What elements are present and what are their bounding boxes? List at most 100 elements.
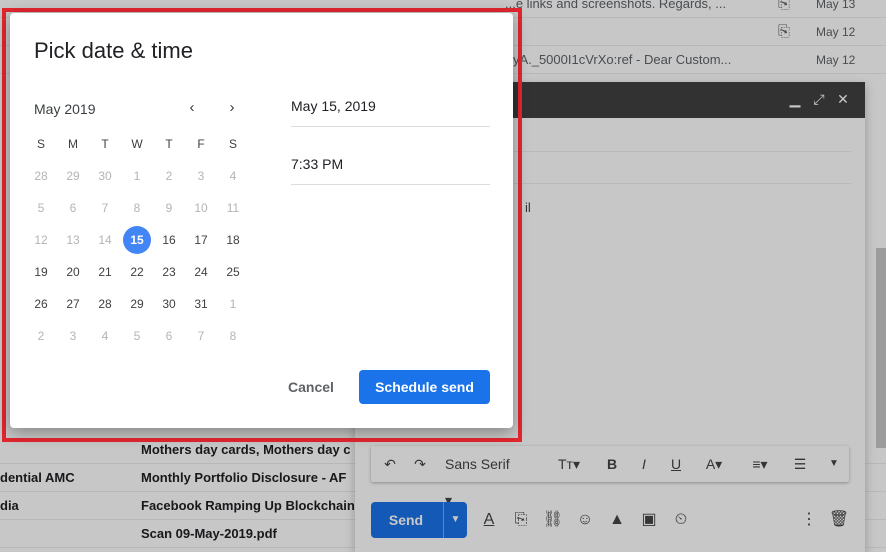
calendar-day: 7 — [185, 320, 217, 352]
calendar-day-number: 6 — [165, 329, 173, 343]
calendar-day-number: 27 — [66, 297, 80, 311]
weekday-label: T — [101, 137, 109, 151]
calendar-day-number: 25 — [226, 265, 240, 279]
calendar-day[interactable]: 27 — [57, 288, 89, 320]
calendar-day-number: 7 — [197, 329, 205, 343]
time-field[interactable]: 7:33 PM — [291, 151, 490, 185]
calendar-week: 12 13 14 15 16 17 18 — [25, 224, 249, 256]
calendar-day: 28 — [25, 160, 57, 192]
weekday-label: W — [131, 137, 143, 151]
calendar-day-number: 4 — [101, 329, 109, 343]
calendar-day-number: 15 — [123, 226, 151, 254]
calendar-day-number: 4 — [229, 169, 237, 183]
calendar-day[interactable]: 20 — [57, 256, 89, 288]
calendar-day-number: 5 — [37, 201, 45, 215]
calendar-day: 3 — [185, 160, 217, 192]
calendar-day-number: 7 — [101, 201, 109, 215]
calendar-day-number: 31 — [194, 297, 208, 311]
calendar-day-number: 22 — [130, 265, 144, 279]
cancel-button[interactable]: Cancel — [278, 370, 344, 404]
calendar-day: 1 — [217, 288, 249, 320]
calendar-day: 29 — [57, 160, 89, 192]
calendar-day[interactable]: 26 — [25, 288, 57, 320]
calendar-week: 2 3 4 5 6 7 8 — [25, 320, 249, 352]
calendar-day: 6 — [57, 192, 89, 224]
calendar-day[interactable]: 19 — [25, 256, 57, 288]
calendar-day: 8 — [217, 320, 249, 352]
calendar-day-number: 17 — [194, 233, 208, 247]
schedule-send-button[interactable]: Schedule send — [359, 370, 490, 404]
calendar-day-number: 11 — [226, 201, 240, 215]
calendar-day-number: 20 — [66, 265, 80, 279]
calendar-day-number: 18 — [226, 233, 240, 247]
calendar-day: 2 — [153, 160, 185, 192]
calendar-day-number: 13 — [66, 233, 80, 247]
calendar-day[interactable]: 25 — [217, 256, 249, 288]
calendar-day-number: 26 — [34, 297, 48, 311]
weekday-label: S — [228, 137, 237, 151]
calendar-day: 4 — [89, 320, 121, 352]
weekday-label: S — [36, 137, 45, 151]
calendar-day-number: 23 — [162, 265, 176, 279]
calendar-day: 13 — [57, 224, 89, 256]
calendar-day[interactable]: 16 — [153, 224, 185, 256]
calendar-day-number: 29 — [130, 297, 144, 311]
calendar-day[interactable]: 28 — [89, 288, 121, 320]
weekday-label: F — [197, 137, 205, 151]
calendar-day[interactable]: 24 — [185, 256, 217, 288]
calendar-day: 2 — [25, 320, 57, 352]
calendar-day-number: 28 — [98, 297, 112, 311]
calendar-week: 5 6 7 8 9 10 11 — [25, 192, 249, 224]
weekday-label: T — [165, 137, 173, 151]
calendar-day-number: 21 — [98, 265, 112, 279]
calendar-day-number: 8 — [133, 201, 141, 215]
month-label: May 2019 — [34, 101, 96, 117]
calendar-week: 28 29 30 1 2 3 4 — [25, 160, 249, 192]
calendar-day[interactable]: 31 — [185, 288, 217, 320]
calendar-day[interactable]: 22 — [121, 256, 153, 288]
calendar-day-number: 10 — [194, 201, 208, 215]
calendar-day: 30 — [89, 160, 121, 192]
calendar-day: 4 — [217, 160, 249, 192]
calendar-day-number: 29 — [66, 169, 80, 183]
calendar-day: 1 — [121, 160, 153, 192]
calendar-day[interactable]: 23 — [153, 256, 185, 288]
calendar-day: 11 — [217, 192, 249, 224]
calendar-day-number: 24 — [194, 265, 208, 279]
time-value: 7:33 PM — [291, 156, 344, 172]
calendar-day-number: 2 — [165, 169, 173, 183]
calendar-day-number: 3 — [197, 169, 205, 183]
calendar-day-number: 6 — [69, 201, 77, 215]
calendar-day-number: 30 — [98, 169, 112, 183]
calendar-day[interactable]: 21 — [89, 256, 121, 288]
calendar-day-selected[interactable]: 15 — [121, 224, 153, 256]
calendar-day: 10 — [185, 192, 217, 224]
calendar-day[interactable]: 18 — [217, 224, 249, 256]
next-month-icon[interactable]: › — [221, 97, 243, 119]
calendar-day: 9 — [153, 192, 185, 224]
calendar-day-number: 19 — [34, 265, 48, 279]
calendar-day: 3 — [57, 320, 89, 352]
calendar-day: 14 — [89, 224, 121, 256]
calendar-day-number: 1 — [229, 297, 237, 311]
calendar-day-number: 16 — [162, 233, 176, 247]
calendar-day: 7 — [89, 192, 121, 224]
calendar-week: 26 27 28 29 30 31 1 — [25, 288, 249, 320]
weekday-header: SMTWTFS — [25, 128, 249, 160]
calendar-day[interactable]: 30 — [153, 288, 185, 320]
calendar-day: 5 — [25, 192, 57, 224]
pick-date-time-dialog: Pick date & time May 2019 ‹ › S M T W T F S 28 2… — [10, 13, 513, 428]
date-field[interactable]: May 15, 2019 — [291, 93, 490, 127]
calendar-week: 19 20 21 22 23 24 25 — [25, 256, 249, 288]
date-value: May 15, 2019 — [291, 98, 376, 114]
calendar-grid: S M T W T F S 28 29 30 1 2 3 4 5 6 7 8 9 10 11 12 13 14 15 16 17 18… — [25, 128, 249, 352]
calendar-day[interactable]: 29 — [121, 288, 153, 320]
calendar-day-number: 3 — [69, 329, 77, 343]
calendar-day[interactable]: 17 — [185, 224, 217, 256]
calendar-day-number: 2 — [37, 329, 45, 343]
previous-month-icon[interactable]: ‹ — [181, 97, 203, 119]
calendar-day: 8 — [121, 192, 153, 224]
calendar-day-number: 28 — [34, 169, 48, 183]
calendar-day-number: 5 — [133, 329, 141, 343]
calendar-day-number: 30 — [162, 297, 176, 311]
